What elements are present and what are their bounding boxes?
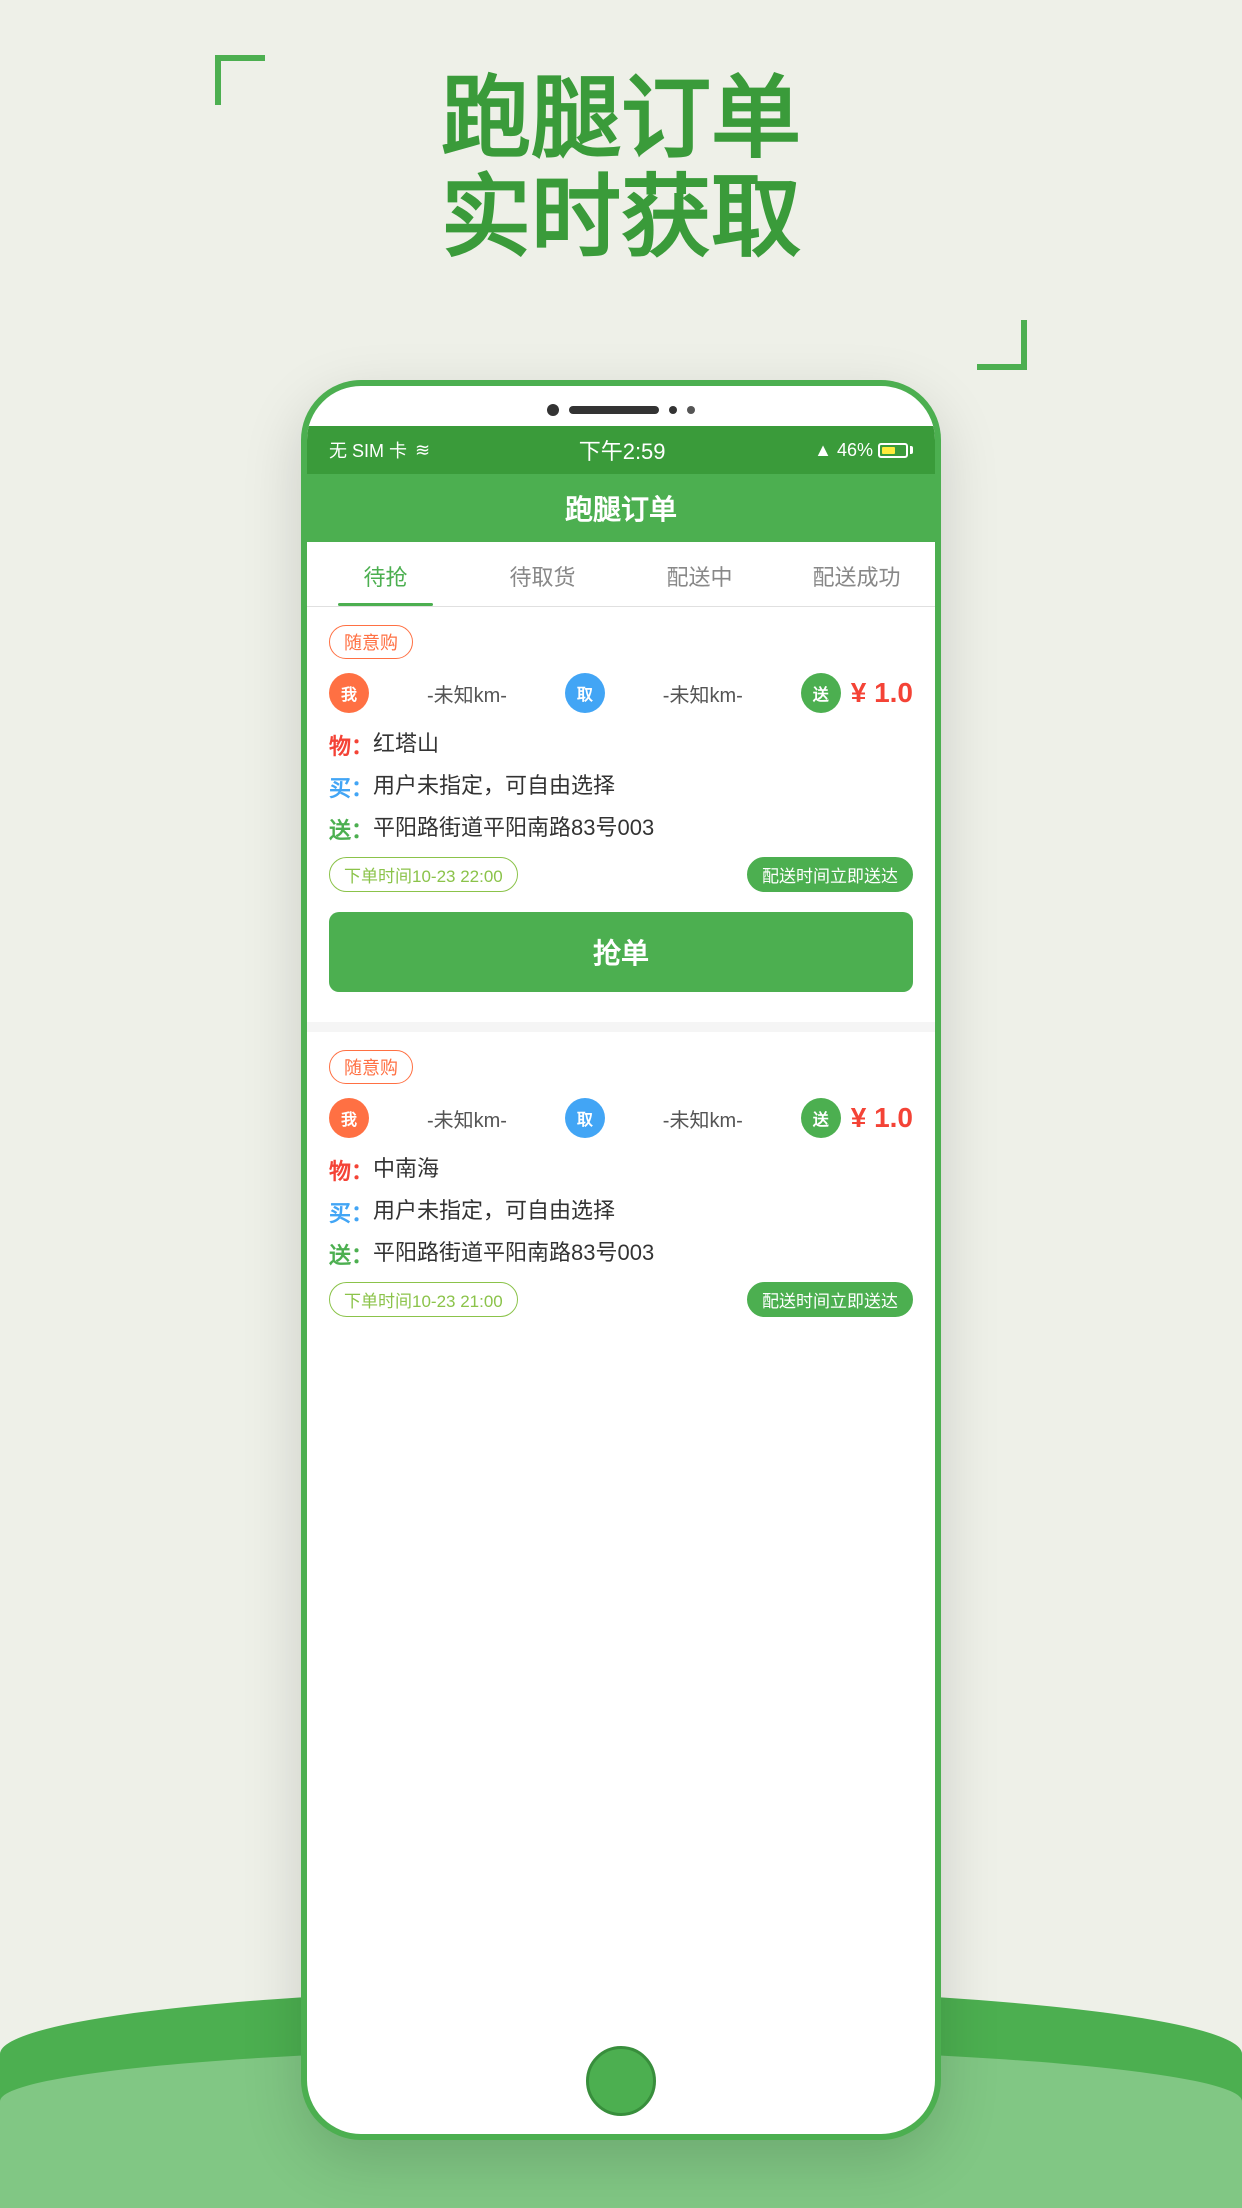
- time-badges-2: 下单时间10-23 21:00 配送时间立即送达: [329, 1282, 913, 1317]
- battery-fill: [882, 447, 895, 454]
- phone-dot2: [687, 406, 695, 414]
- grab-btn-1[interactable]: 抢单: [329, 912, 913, 992]
- send-row-2: 送： 平阳路街道平阳南路83号003: [329, 1238, 913, 1270]
- route-price-1: ¥ 1.0: [851, 677, 913, 709]
- battery-tip: [910, 446, 913, 454]
- tab-delivering[interactable]: 配送中: [621, 542, 778, 606]
- battery-icon: [878, 443, 913, 458]
- phone-side-btn-right: [935, 736, 941, 796]
- carrier-text: 无 SIM 卡: [329, 437, 407, 463]
- hero-title-line2: 实时获取: [0, 169, 1242, 268]
- order-card-2: 随意购 我 -未知km- 取 -未知km- 送 ¥ 1.0 物： 中南海: [307, 1032, 935, 1347]
- send-value-2: 平阳路街道平阳南路83号003: [373, 1238, 913, 1269]
- battery-body: [878, 443, 908, 458]
- buy-value-1: 用户未指定，可自由选择: [373, 771, 913, 802]
- hero-title: 跑腿订单 实时获取: [0, 70, 1242, 268]
- status-time: 下午2:59: [579, 434, 666, 466]
- tab-waiting-grab[interactable]: 待抢: [307, 542, 464, 606]
- delivery-time-badge-2: 配送时间立即送达: [747, 1282, 913, 1317]
- order-card-1: 随意购 我 -未知km- 取 -未知km- 送 ¥ 1.0 物： 红塔山: [307, 607, 935, 1010]
- status-right: ▲ 46%: [814, 440, 913, 461]
- goods-label-2: 物：: [329, 1154, 373, 1186]
- send-label-2: 送：: [329, 1238, 373, 1270]
- order-tag-2: 随意购: [329, 1050, 413, 1084]
- route-icon-me-1: 我: [329, 673, 369, 713]
- bracket-bottom-right: [977, 320, 1027, 370]
- hero-title-line1: 跑腿订单: [0, 70, 1242, 169]
- phone-speaker: [569, 406, 659, 414]
- send-value-1: 平阳路街道平阳南路83号003: [373, 813, 913, 844]
- phone-notch: [307, 386, 935, 426]
- route-icon-deliver-1: 送: [801, 673, 841, 713]
- tab-bar[interactable]: 待抢 待取货 配送中 配送成功: [307, 542, 935, 607]
- app-title: 跑腿订单: [565, 494, 677, 525]
- phone-side-btn-right2: [935, 826, 941, 886]
- goods-label-1: 物：: [329, 729, 373, 761]
- buy-value-2: 用户未指定，可自由选择: [373, 1196, 913, 1227]
- route-distance1-1: -未知km-: [379, 679, 555, 708]
- tab-waiting-pick[interactable]: 待取货: [464, 542, 621, 606]
- location-icon: ▲: [814, 440, 832, 461]
- route-distance2-1: -未知km-: [615, 679, 791, 708]
- status-left: 无 SIM 卡 ≋: [329, 437, 430, 463]
- battery-pct: 46%: [837, 440, 873, 461]
- phone-mockup: 无 SIM 卡 ≋ 下午2:59 ▲ 46% 跑腿订单 待抢 待取货 配送中: [301, 380, 941, 2140]
- time-badges-1: 下单时间10-23 22:00 配送时间立即送达: [329, 857, 913, 892]
- route-distance1-2: -未知km-: [379, 1104, 555, 1133]
- status-bar: 无 SIM 卡 ≋ 下午2:59 ▲ 46%: [307, 426, 935, 474]
- order-time-badge-2: 下单时间10-23 21:00: [329, 1282, 518, 1317]
- wifi-icon: ≋: [415, 440, 430, 461]
- phone-dot1: [669, 406, 677, 414]
- card-separator: [307, 1022, 935, 1032]
- delivery-time-badge-1: 配送时间立即送达: [747, 857, 913, 892]
- goods-value-1: 红塔山: [373, 729, 913, 760]
- route-info-2: 我 -未知km- 取 -未知km- 送 ¥ 1.0: [329, 1098, 913, 1138]
- route-icon-pick-2: 取: [565, 1098, 605, 1138]
- route-info-1: 我 -未知km- 取 -未知km- 送 ¥ 1.0: [329, 673, 913, 713]
- order-tag-1: 随意购: [329, 625, 413, 659]
- goods-row-1: 物： 红塔山: [329, 729, 913, 761]
- buy-row-2: 买： 用户未指定，可自由选择: [329, 1196, 913, 1228]
- tab-delivered[interactable]: 配送成功: [778, 542, 935, 606]
- phone-home-button[interactable]: [586, 2046, 656, 2116]
- order-list: 随意购 我 -未知km- 取 -未知km- 送 ¥ 1.0 物： 红塔山: [307, 607, 935, 1359]
- route-distance2-2: -未知km-: [615, 1104, 791, 1133]
- buy-row-1: 买： 用户未指定，可自由选择: [329, 771, 913, 803]
- phone-side-btn-left: [301, 766, 307, 856]
- send-label-1: 送：: [329, 813, 373, 845]
- order-time-badge-1: 下单时间10-23 22:00: [329, 857, 518, 892]
- route-icon-me-2: 我: [329, 1098, 369, 1138]
- send-row-1: 送： 平阳路街道平阳南路83号003: [329, 813, 913, 845]
- route-icon-pick-1: 取: [565, 673, 605, 713]
- buy-label-1: 买：: [329, 771, 373, 803]
- app-header: 跑腿订单: [307, 474, 935, 542]
- phone-camera: [547, 404, 559, 416]
- goods-row-2: 物： 中南海: [329, 1154, 913, 1186]
- route-price-2: ¥ 1.0: [851, 1102, 913, 1134]
- goods-value-2: 中南海: [373, 1154, 913, 1185]
- route-icon-deliver-2: 送: [801, 1098, 841, 1138]
- buy-label-2: 买：: [329, 1196, 373, 1228]
